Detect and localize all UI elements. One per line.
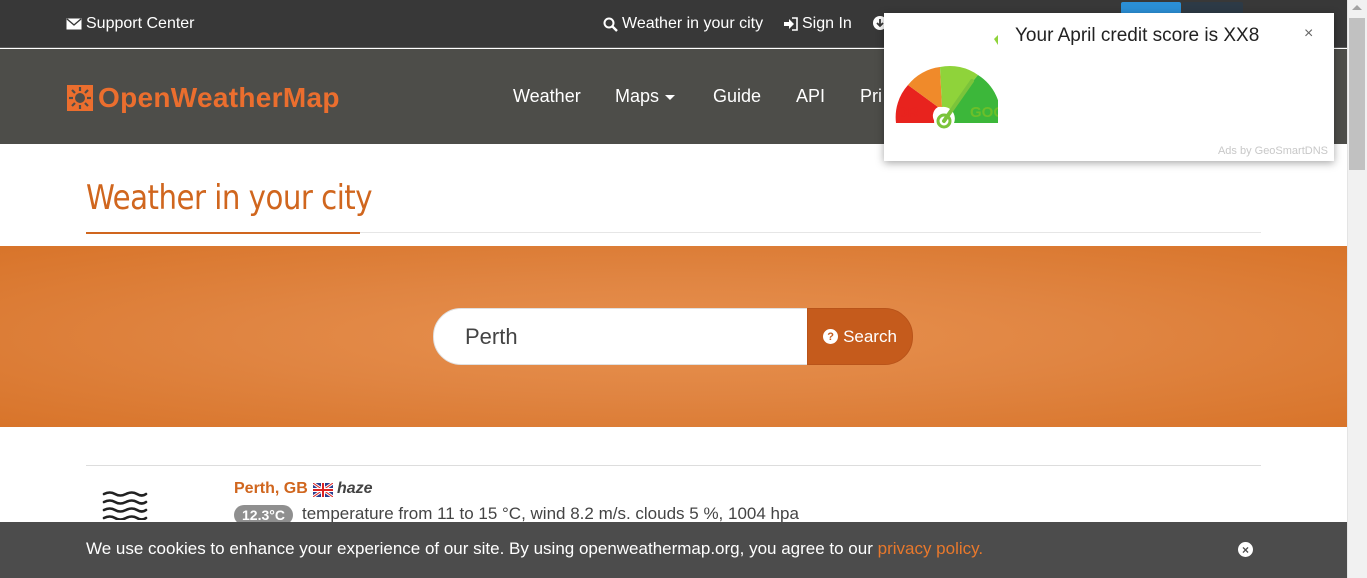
nav-pricing[interactable]: Pri [860, 49, 882, 144]
sign-in-label: Sign In [802, 15, 852, 32]
cookie-close-icon[interactable]: × [1238, 542, 1253, 557]
weather-details: temperature from 11 to 15 °C, wind 8.2 m… [302, 504, 799, 523]
scroll-up-arrow-icon[interactable] [1352, 5, 1362, 10]
nav-guide[interactable]: Guide [713, 49, 761, 144]
weather-in-city-link[interactable]: Weather in your city [603, 0, 763, 48]
page-title: Weather in your city [86, 178, 373, 218]
sun-logo-icon [66, 84, 94, 112]
city-search-input[interactable] [433, 308, 809, 365]
nav-api-label: API [796, 86, 826, 106]
haze-weather-icon [102, 490, 148, 525]
nav-pricing-label: Pri [860, 86, 882, 106]
search-icon [603, 17, 618, 32]
ad-popup[interactable]: OR GOOI Your April credit score is XX8 ×… [884, 13, 1334, 161]
weather-in-city-label: Weather in your city [622, 15, 764, 32]
ad-title[interactable]: Your April credit score is XX8 [1015, 25, 1259, 47]
nav-guide-label: Guide [713, 86, 762, 106]
sign-in-icon [783, 17, 798, 31]
question-circle-icon: ? [823, 329, 839, 344]
search-button[interactable]: ? Search [807, 308, 913, 365]
nav-maps[interactable]: Maps [615, 49, 676, 144]
gauge-right-label: GOOI [970, 104, 998, 121]
nav-api[interactable]: API [796, 49, 825, 144]
privacy-policy-link[interactable]: privacy policy. [878, 539, 984, 558]
search-button-label: Search [843, 326, 897, 346]
logo-text: OpenWeatherMap [98, 82, 340, 113]
sign-in-link[interactable]: Sign In [783, 0, 852, 48]
ad-close-icon[interactable]: × [1304, 25, 1313, 43]
site-logo[interactable]: OpenWeatherMap [66, 82, 340, 114]
nav-weather[interactable]: Weather [513, 49, 581, 144]
result-city-link[interactable]: Perth, GB [234, 480, 308, 498]
gb-flag-icon [312, 481, 334, 499]
ad-credit[interactable]: Ads by GeoSmartDNS [1218, 145, 1328, 157]
nav-weather-label: Weather [513, 86, 581, 106]
support-center-link[interactable]: Support Center [66, 0, 195, 48]
credit-gauge-image: OR GOOI [894, 35, 1009, 140]
scrollbar-thumb[interactable] [1349, 18, 1365, 170]
gauge-left-label: OR [896, 104, 919, 121]
cookie-message: We use cookies to enhance your experienc… [86, 539, 983, 559]
result-divider [86, 465, 1261, 466]
title-underline [86, 232, 360, 234]
nav-maps-label: Maps [615, 86, 660, 106]
weather-description: haze [337, 480, 373, 497]
caret-down-icon [665, 95, 676, 100]
support-center-label: Support Center [86, 15, 195, 32]
cookie-text: We use cookies to enhance your experienc… [86, 539, 878, 558]
envelope-icon [66, 18, 82, 30]
